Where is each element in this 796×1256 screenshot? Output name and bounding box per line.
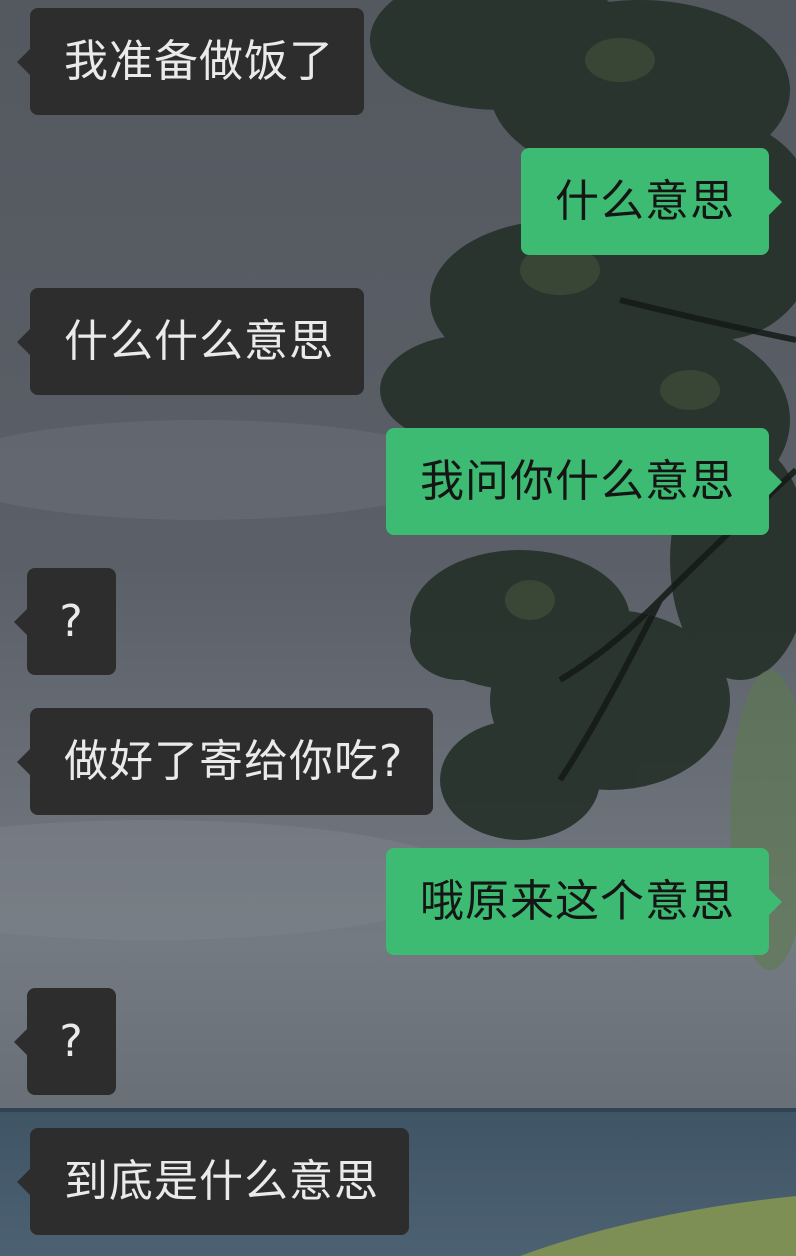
message-bubble-outgoing[interactable]: 什么意思 [521,148,782,255]
message-bubble-incoming[interactable]: 做好了寄给你吃? [16,708,434,815]
message-bubble-incoming[interactable]: 到底是什么意思 [17,1128,409,1235]
message-bubble-incoming[interactable]: 什么什么意思 [17,288,364,395]
message-bubble-incoming[interactable]: ? [14,988,116,1095]
message-bubble-outgoing[interactable]: 哦原来这个意思 [386,848,782,955]
chat-thread: 我准备做饭了 什么意思 什么什么意思 我问你什么意思 ? 做好了寄给你吃? 哦原… [0,0,796,1256]
message-bubble-incoming[interactable]: 我准备做饭了 [17,8,364,115]
message-bubble-incoming[interactable]: ? [14,568,116,675]
message-bubble-outgoing[interactable]: 我问你什么意思 [386,428,782,535]
